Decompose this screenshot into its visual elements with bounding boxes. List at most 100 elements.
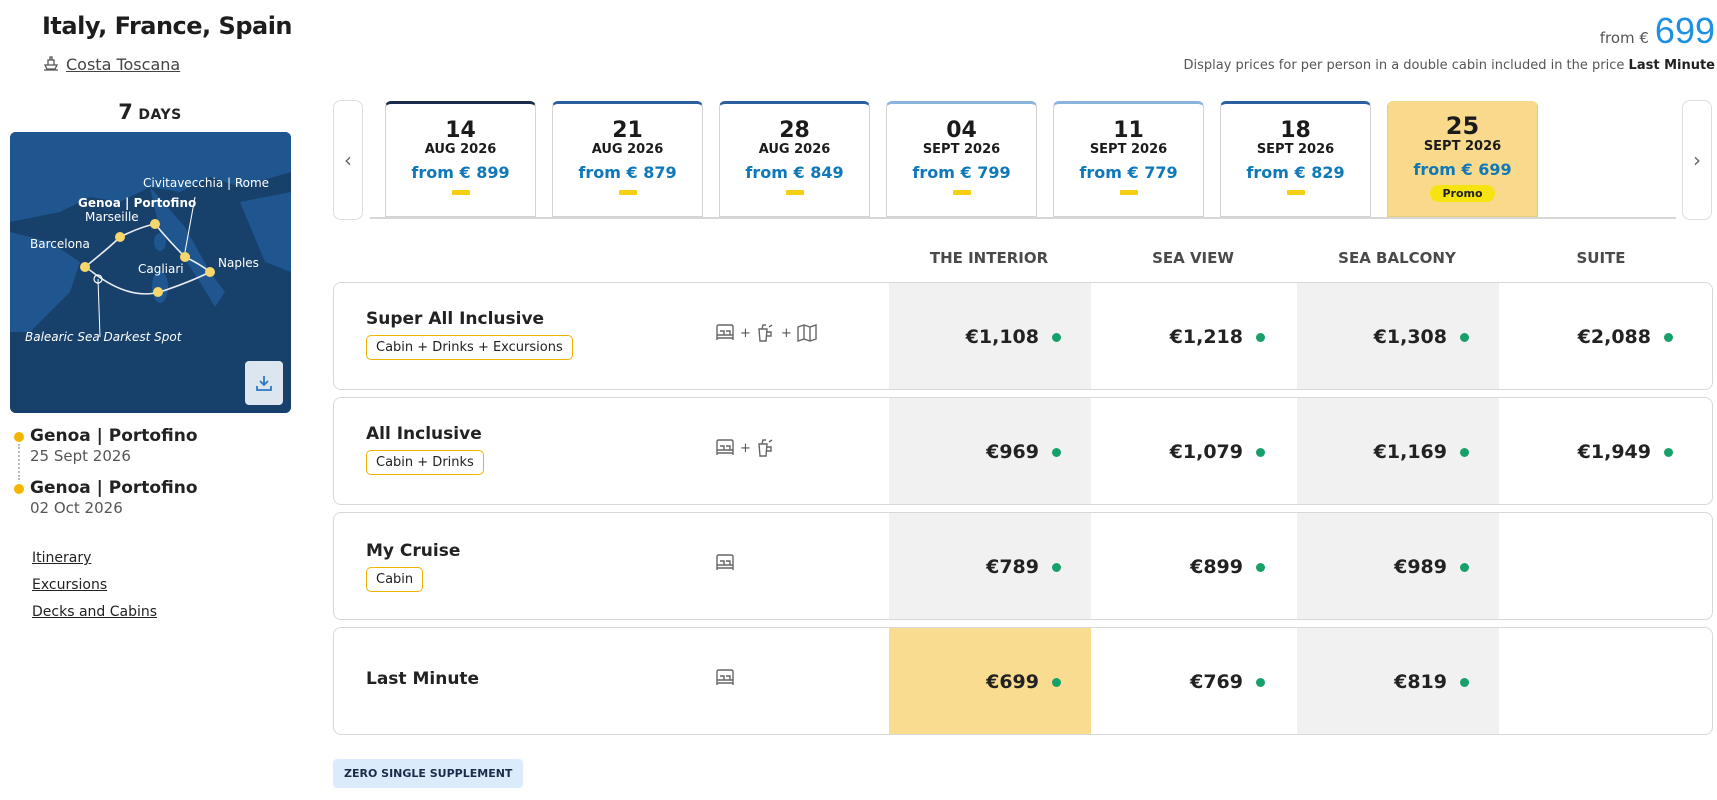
date-card[interactable]: 18 SEPT 2026 from € 829 [1220, 101, 1371, 217]
drink-icon [758, 439, 773, 457]
ship-link[interactable]: Costa Toscana [42, 53, 180, 75]
column-header-sea-view: SEA VIEW [1152, 249, 1234, 267]
date-card[interactable]: 04 SEPT 2026 from € 799 [886, 101, 1037, 217]
fare-tag: Cabin [366, 567, 424, 592]
date-day: 18 [1280, 118, 1311, 143]
drink-icon [758, 324, 773, 342]
fare-tag: Cabin + Drinks + Excursions [366, 335, 573, 360]
date-day: 25 [1445, 112, 1480, 140]
download-icon [256, 376, 272, 391]
price-cell-interior-selected[interactable]: €699 [889, 628, 1091, 734]
bed-icon [716, 669, 734, 685]
plus-sign: + [780, 325, 792, 341]
fare-name: All Inclusive [366, 424, 482, 444]
fare-row: All Inclusive Cabin + Drinks + €969 €1,0… [333, 397, 1713, 505]
price-value: €1,949 [1577, 441, 1651, 463]
price-from-value: 699 [1654, 10, 1715, 51]
decks-cabins-link[interactable]: Decks and Cabins [32, 604, 157, 620]
map-label-genoa: Genoa | Portofino [78, 196, 197, 210]
date-price: from € 849 [745, 163, 844, 182]
map-excursion-icon [797, 324, 817, 342]
itinerary-map[interactable]: Civitavecchia | Rome Genoa | Portofino M… [10, 132, 291, 413]
price-value: €1,079 [1169, 441, 1243, 463]
price-cell-sea-balcony[interactable]: €989 [1297, 513, 1499, 619]
carousel-prev-button[interactable]: ‹ [333, 100, 363, 220]
fare-tag: Cabin + Drinks [366, 450, 484, 475]
carousel-baseline [370, 217, 1676, 219]
chevron-left-icon: ‹ [344, 148, 352, 172]
date-month: SEPT 2026 [922, 142, 1001, 157]
map-label-naples: Naples [218, 256, 259, 270]
price-value: €1,169 [1373, 441, 1447, 463]
price-cell-sea-balcony[interactable]: €1,308 [1297, 283, 1499, 389]
price-header: from € 699 [1600, 10, 1715, 52]
availability-dot [1052, 447, 1061, 457]
fare-row: Super All Inclusive Cabin + Drinks + Exc… [333, 282, 1713, 390]
fare-icons [714, 668, 736, 688]
duration-unit: DAYS [138, 107, 182, 123]
plus-sign: + [740, 325, 751, 341]
date-month: AUG 2026 [758, 142, 831, 157]
price-cell-suite[interactable]: €2,088 [1501, 283, 1703, 389]
date-card[interactable]: 14 AUG 2026 from € 899 [385, 101, 536, 217]
date-price: from € 879 [578, 163, 677, 182]
side-links: Itinerary Excursions Decks and Cabins [32, 550, 157, 631]
date-indicator [785, 190, 804, 195]
fare-icons [714, 553, 736, 573]
date-month: SEPT 2026 [1256, 142, 1335, 157]
price-cell-sea-balcony[interactable]: €819 [1297, 628, 1499, 734]
map-label-marseille: Marseille [85, 210, 139, 224]
date-indicator [451, 190, 470, 195]
carousel-next-button[interactable]: › [1682, 100, 1712, 220]
date-day: 14 [445, 118, 476, 143]
map-label-barcelona: Barcelona [30, 237, 90, 251]
price-cell-interior[interactable]: €1,108 [889, 283, 1091, 389]
column-header-suite: SUITE [1576, 249, 1626, 267]
date-indicator [952, 190, 971, 195]
date-indicator [618, 190, 637, 195]
itinerary-link[interactable]: Itinerary [32, 550, 157, 566]
excursions-link[interactable]: Excursions [32, 577, 157, 593]
date-card-selected[interactable]: 25 SEPT 2026 from € 699 Promo [1387, 101, 1538, 217]
date-card[interactable]: 11 SEPT 2026 from € 779 [1053, 101, 1204, 217]
price-value: €699 [986, 671, 1039, 693]
price-value: €769 [1190, 671, 1243, 693]
date-indicator [1119, 190, 1138, 195]
date-day: 21 [612, 118, 643, 143]
date-day: 04 [946, 118, 977, 143]
date-day: 11 [1113, 118, 1144, 143]
date-month: AUG 2026 [591, 142, 664, 157]
departure-dot [14, 432, 24, 442]
price-value: €989 [1394, 556, 1447, 578]
departure-stop: Genoa | Portofino 25 Sept 2026 [14, 426, 198, 478]
price-cell-suite[interactable]: €1,949 [1501, 398, 1703, 504]
date-price: from € 779 [1079, 163, 1178, 182]
price-cell-sea-view[interactable]: €899 [1093, 513, 1295, 619]
availability-dot [1256, 332, 1265, 342]
date-card[interactable]: 28 AUG 2026 from € 849 [719, 101, 870, 217]
price-value: €969 [986, 441, 1039, 463]
price-cell-sea-view[interactable]: €1,218 [1093, 283, 1295, 389]
price-value: €899 [1190, 556, 1243, 578]
price-cell-interior[interactable]: €789 [889, 513, 1091, 619]
download-map-button[interactable] [245, 361, 283, 405]
price-note-text: Display prices for per person in a doubl… [1183, 58, 1625, 73]
availability-dot [1460, 677, 1469, 687]
column-header-interior: THE INTERIOR [929, 249, 1049, 267]
map-label-balearic: Balearic Sea Darkest Spot [25, 330, 182, 344]
fare-name: Last Minute [366, 669, 480, 689]
date-card[interactable]: 21 AUG 2026 from € 879 [552, 101, 703, 217]
price-value: €1,218 [1169, 326, 1243, 348]
price-value: €1,108 [965, 326, 1039, 348]
availability-dot [1256, 677, 1265, 687]
price-cell-sea-balcony[interactable]: €1,169 [1297, 398, 1499, 504]
price-cell-interior[interactable]: €969 [889, 398, 1091, 504]
date-month: AUG 2026 [424, 142, 497, 157]
date-month: SEPT 2026 [1423, 139, 1502, 154]
price-cell-sea-view[interactable]: €1,079 [1093, 398, 1295, 504]
arrival-port: Genoa | Portofino [30, 478, 198, 498]
availability-dot [1052, 332, 1061, 342]
map-label-cagliari: Cagliari [138, 262, 184, 276]
ship-icon [42, 53, 60, 75]
price-cell-sea-view[interactable]: €769 [1093, 628, 1295, 734]
